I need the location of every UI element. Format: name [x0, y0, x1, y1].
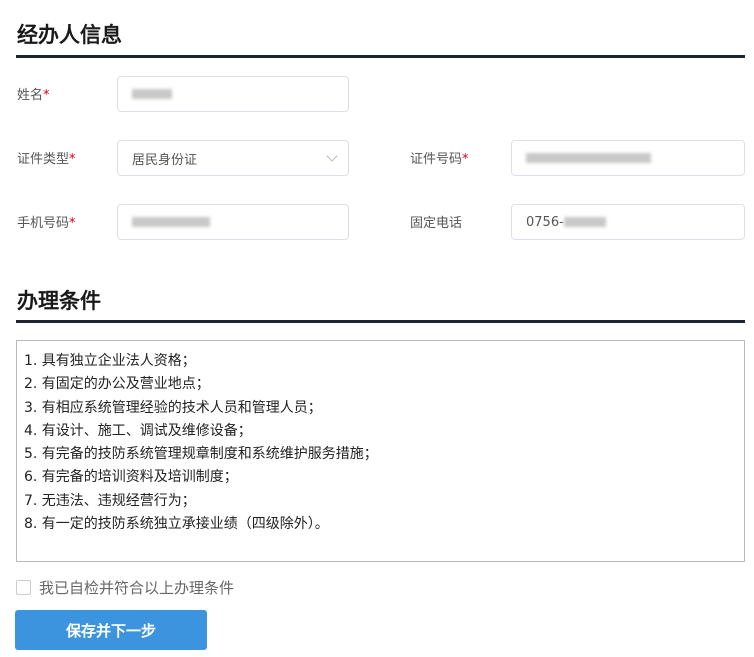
- section-title-handler: 经办人信息: [17, 23, 122, 47]
- condition-item: 7. 无违法、违规经营行为；: [24, 492, 196, 509]
- redacted-value: [526, 153, 651, 163]
- landline-input[interactable]: 0756-: [511, 204, 745, 240]
- id-type-label: 证件类型*: [17, 152, 76, 167]
- id-number-input[interactable]: [511, 140, 745, 176]
- agree-checkbox[interactable]: [16, 580, 31, 595]
- id-type-select[interactable]: 居民身份证: [117, 140, 349, 176]
- condition-item: 8. 有一定的技防系统独立承接业绩（四级除外）。: [24, 516, 329, 533]
- landline-prefix: 0756-: [526, 214, 564, 230]
- chevron-down-icon: [326, 150, 338, 162]
- condition-item: 2. 有固定的办公及营业地点；: [24, 376, 210, 393]
- mobile-label: 手机号码*: [17, 216, 76, 231]
- section-divider: [16, 55, 745, 58]
- redacted-value: [563, 217, 606, 227]
- condition-item: 6. 有完备的培训资料及培训制度；: [24, 469, 238, 486]
- redacted-value: [132, 217, 210, 227]
- name-label: 姓名*: [17, 88, 50, 103]
- agree-label[interactable]: 我已自检并符合以上办理条件: [39, 577, 234, 598]
- name-input[interactable]: [117, 76, 349, 112]
- id-number-label: 证件号码*: [410, 152, 469, 167]
- condition-item: 1. 具有独立企业法人资格；: [24, 353, 196, 369]
- condition-item: 3. 有相应系统管理经验的技术人员和管理人员；: [24, 399, 322, 416]
- redacted-value: [132, 89, 172, 99]
- mobile-input[interactable]: [117, 204, 349, 240]
- save-next-button[interactable]: 保存并下一步: [15, 610, 207, 650]
- id-type-value: 居民身份证: [132, 152, 198, 168]
- section-divider: [16, 320, 745, 323]
- section-title-conditions: 办理条件: [17, 289, 101, 313]
- landline-label: 固定电话: [410, 216, 463, 231]
- conditions-textarea[interactable]: 1. 具有独立企业法人资格； 2. 有固定的办公及营业地点； 3. 有相应系统管…: [16, 340, 745, 562]
- condition-item: 5. 有完备的技防系统管理规章制度和系统维护服务措施；: [24, 446, 378, 463]
- condition-item: 4. 有设计、施工、调试及维修设备；: [24, 422, 252, 439]
